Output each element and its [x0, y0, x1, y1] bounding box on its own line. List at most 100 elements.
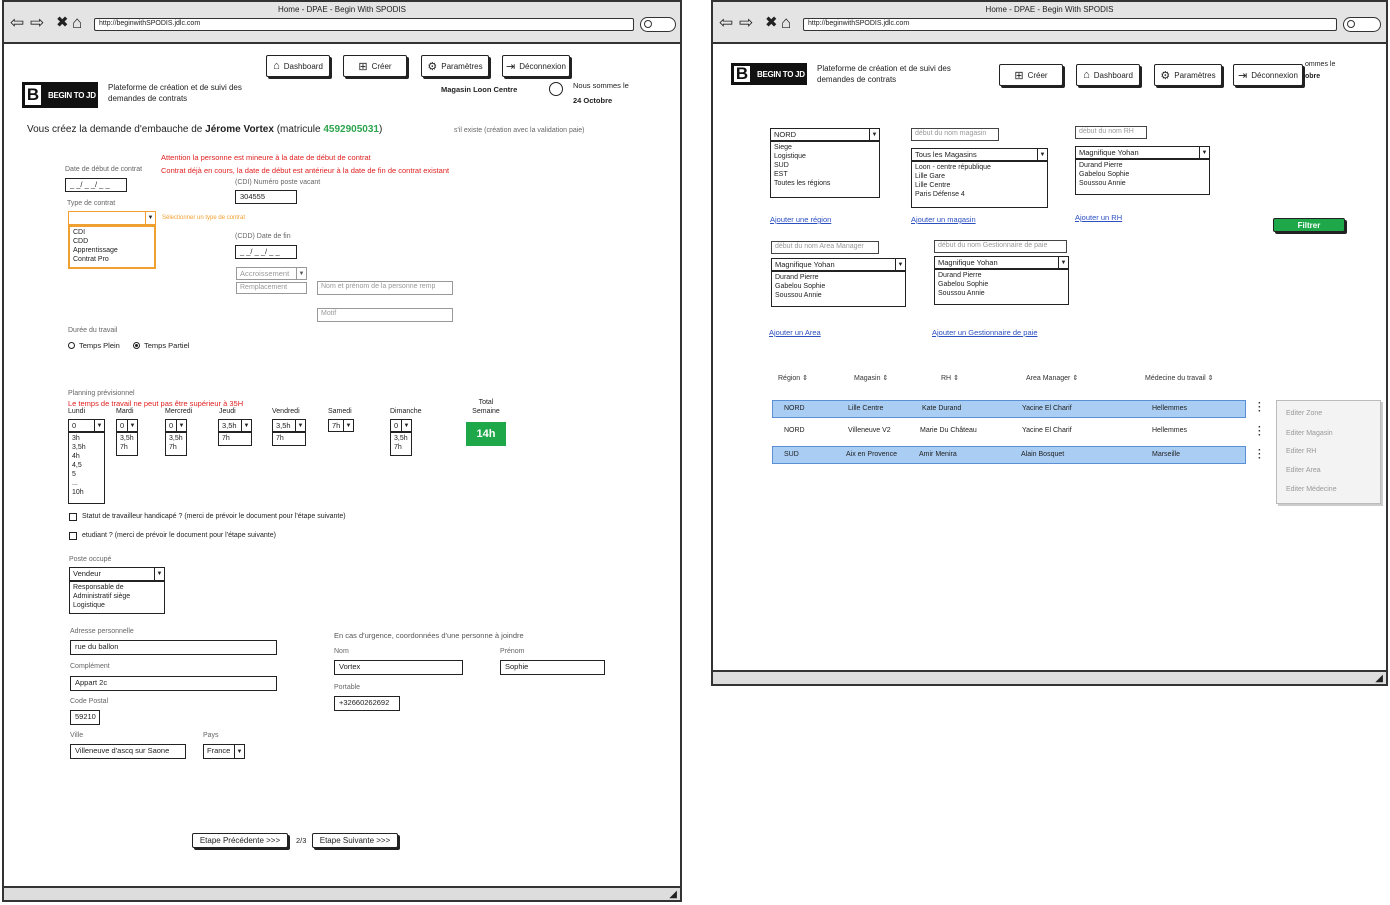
gestionnaire-options[interactable]: Durand Pierre Gabelou Sophie Soussou Ann… [934, 269, 1069, 305]
deconnexion-button[interactable]: ⇥ Déconnexion [502, 55, 570, 77]
rh-option[interactable]: Durand Pierre [1079, 161, 1206, 170]
url-bar[interactable]: http://beginwithSPODIS.jdlc.com [94, 18, 634, 31]
column-header-area[interactable]: Area Manager ⇕ [1026, 374, 1078, 382]
area-option[interactable]: Soussou Annie [775, 291, 902, 300]
start-date-input[interactable]: _ _/ _ _/ _ _ [65, 178, 127, 192]
row-menu-icon[interactable]: · · · [1258, 399, 1261, 417]
home-icon[interactable]: ⌂ [781, 14, 791, 32]
magasin-option[interactable]: Lille Centre [915, 181, 1044, 190]
chevron-down-icon[interactable]: ▼ [296, 268, 306, 279]
table-row[interactable]: NORD Villeneuve V2 Marie Du Château Yaci… [772, 423, 1246, 441]
day-option[interactable]: 4,5 [72, 461, 101, 470]
gestionnaire-select[interactable]: Magnifique Yohan ▼ [934, 256, 1069, 269]
temps-partiel-radio[interactable] [133, 342, 140, 349]
rh-select[interactable]: Magnifique Yohan ▼ [1075, 146, 1210, 159]
day-option[interactable]: 3,5h [394, 434, 408, 443]
magasin-option[interactable]: Loon - centre république [915, 163, 1044, 172]
previous-step-button[interactable]: Etape Précédente >>> [192, 833, 288, 848]
prenom-input[interactable]: Sophie [500, 660, 605, 675]
temps-plein-radio[interactable] [68, 342, 75, 349]
chevron-down-icon[interactable]: ▼ [1058, 257, 1068, 268]
gestionnaire-option[interactable]: Durand Pierre [938, 271, 1065, 280]
nom-input[interactable]: Vortex [334, 660, 463, 675]
day-option[interactable]: 5 [72, 470, 101, 479]
column-header-magasin[interactable]: Magasin ⇕ [854, 374, 888, 382]
remplacement-option[interactable]: Remplacement [236, 282, 307, 294]
day-option[interactable]: 7h [276, 434, 302, 443]
pays-select[interactable]: France ▼ [203, 744, 245, 759]
contract-type-option[interactable]: Apprentissage [73, 246, 151, 255]
forward-icon[interactable]: ⇨ [30, 14, 44, 32]
day-option[interactable]: 3h [72, 434, 101, 443]
poste-option[interactable]: Responsable de [73, 583, 161, 592]
contract-type-option[interactable]: CDI [73, 228, 151, 237]
region-options[interactable]: Siege Logistique SUD EST Toutes les régi… [770, 141, 880, 198]
day-select-dimanche[interactable]: 0 ▼ [390, 419, 412, 432]
region-option[interactable]: Toutes les régions [774, 179, 876, 188]
edit-zone-item[interactable]: Editer Zone [1286, 410, 1322, 417]
magasin-search-input[interactable]: début du nom magasin [911, 128, 999, 141]
rh-option[interactable]: Soussou Annie [1079, 179, 1206, 188]
column-header-rh[interactable]: RH ⇕ [941, 374, 959, 382]
poste-options[interactable]: Responsable de Administratif siège Logis… [69, 581, 165, 614]
sort-icon[interactable]: ⇕ [1072, 375, 1078, 382]
rh-search-input[interactable]: début du nom RH [1075, 126, 1147, 139]
gestionnaire-option[interactable]: Gabelou Sophie [938, 280, 1065, 289]
chevron-down-icon[interactable]: ▼ [1199, 147, 1209, 158]
parametres-button[interactable]: ⚙ Paramètres [1154, 64, 1222, 86]
ville-input[interactable]: Villeneuve d'ascq sur Saone [70, 744, 186, 759]
contract-type-option[interactable]: Contrat Pro [73, 255, 151, 264]
row-menu-icon[interactable]: · · · [1258, 446, 1261, 464]
chevron-down-icon[interactable]: ▼ [234, 745, 244, 758]
edit-medecine-item[interactable]: Editer Médecine [1286, 486, 1337, 493]
contract-type-option[interactable]: CDD [73, 237, 151, 246]
url-bar[interactable]: http://beginwithSPODIS.jdlc.com [803, 18, 1337, 31]
day-options-lundi[interactable]: 3h 3,5h 4h 4,5 5 ... 10h [68, 432, 105, 504]
parametres-button[interactable]: ⚙ Paramètres [421, 55, 489, 77]
motif-input[interactable]: Motif [317, 308, 453, 322]
day-options-vendredi[interactable]: 7h [272, 432, 306, 446]
day-option[interactable]: 10h [72, 488, 101, 497]
region-option[interactable]: SUD [774, 161, 876, 170]
day-option[interactable]: 7h [120, 443, 134, 452]
rh-options[interactable]: Durand Pierre Gabelou Sophie Soussou Ann… [1075, 159, 1210, 195]
chevron-down-icon[interactable]: ▼ [895, 259, 905, 270]
region-option[interactable]: Logistique [774, 152, 876, 161]
back-icon[interactable]: ⇦ [719, 14, 733, 32]
chevron-down-icon[interactable]: ▼ [176, 420, 186, 431]
poste-option[interactable]: Logistique [73, 601, 161, 610]
filter-button[interactable]: Filtrer [1273, 218, 1345, 232]
home-icon[interactable]: ⌂ [72, 14, 82, 32]
close-icon[interactable]: ✖ [765, 14, 778, 32]
gestionnaire-option[interactable]: Soussou Annie [938, 289, 1065, 298]
day-option[interactable]: 3,5h [169, 434, 183, 443]
edit-area-item[interactable]: Editer Area [1286, 467, 1321, 474]
magasin-option[interactable]: Lille Gare [915, 172, 1044, 181]
cp-input[interactable]: 59210 [70, 710, 100, 725]
search-icon[interactable] [640, 17, 676, 32]
search-icon[interactable] [1343, 17, 1381, 32]
chevron-down-icon[interactable]: ▼ [241, 420, 251, 431]
chevron-down-icon[interactable]: ▼ [1037, 149, 1047, 160]
back-icon[interactable]: ⇦ [10, 14, 24, 32]
chevron-down-icon[interactable]: ▼ [94, 420, 104, 431]
edit-rh-item[interactable]: Editer RH [1286, 448, 1316, 455]
add-area-link[interactable]: Ajouter un Area [769, 328, 821, 337]
area-options[interactable]: Durand Pierre Gabelou Sophie Soussou Ann… [771, 271, 906, 307]
area-option[interactable]: Durand Pierre [775, 273, 902, 282]
day-option[interactable]: 4h [72, 452, 101, 461]
area-option[interactable]: Gabelou Sophie [775, 282, 902, 291]
poste-option[interactable]: Administratif siège [73, 592, 161, 601]
add-region-link[interactable]: Ajouter une région [770, 215, 831, 224]
magasin-select[interactable]: Tous les Magasins ▼ [911, 148, 1048, 161]
next-step-button[interactable]: Etape Suivante >>> [312, 833, 398, 848]
chevron-down-icon[interactable]: ▼ [295, 420, 305, 431]
region-option[interactable]: Siege [774, 143, 876, 152]
add-gestionnaire-link[interactable]: Ajouter un Gestionnaire de paie [932, 328, 1038, 337]
day-options-mardi[interactable]: 3,5h 7h [116, 432, 138, 456]
area-search-input[interactable]: début du nom Area Manager [771, 241, 879, 254]
chevron-down-icon[interactable]: ▼ [401, 420, 411, 431]
column-header-region[interactable]: Région ⇕ [778, 374, 808, 382]
day-select-mardi[interactable]: 0 ▼ [116, 419, 138, 432]
chevron-down-icon[interactable]: ▼ [343, 420, 353, 431]
